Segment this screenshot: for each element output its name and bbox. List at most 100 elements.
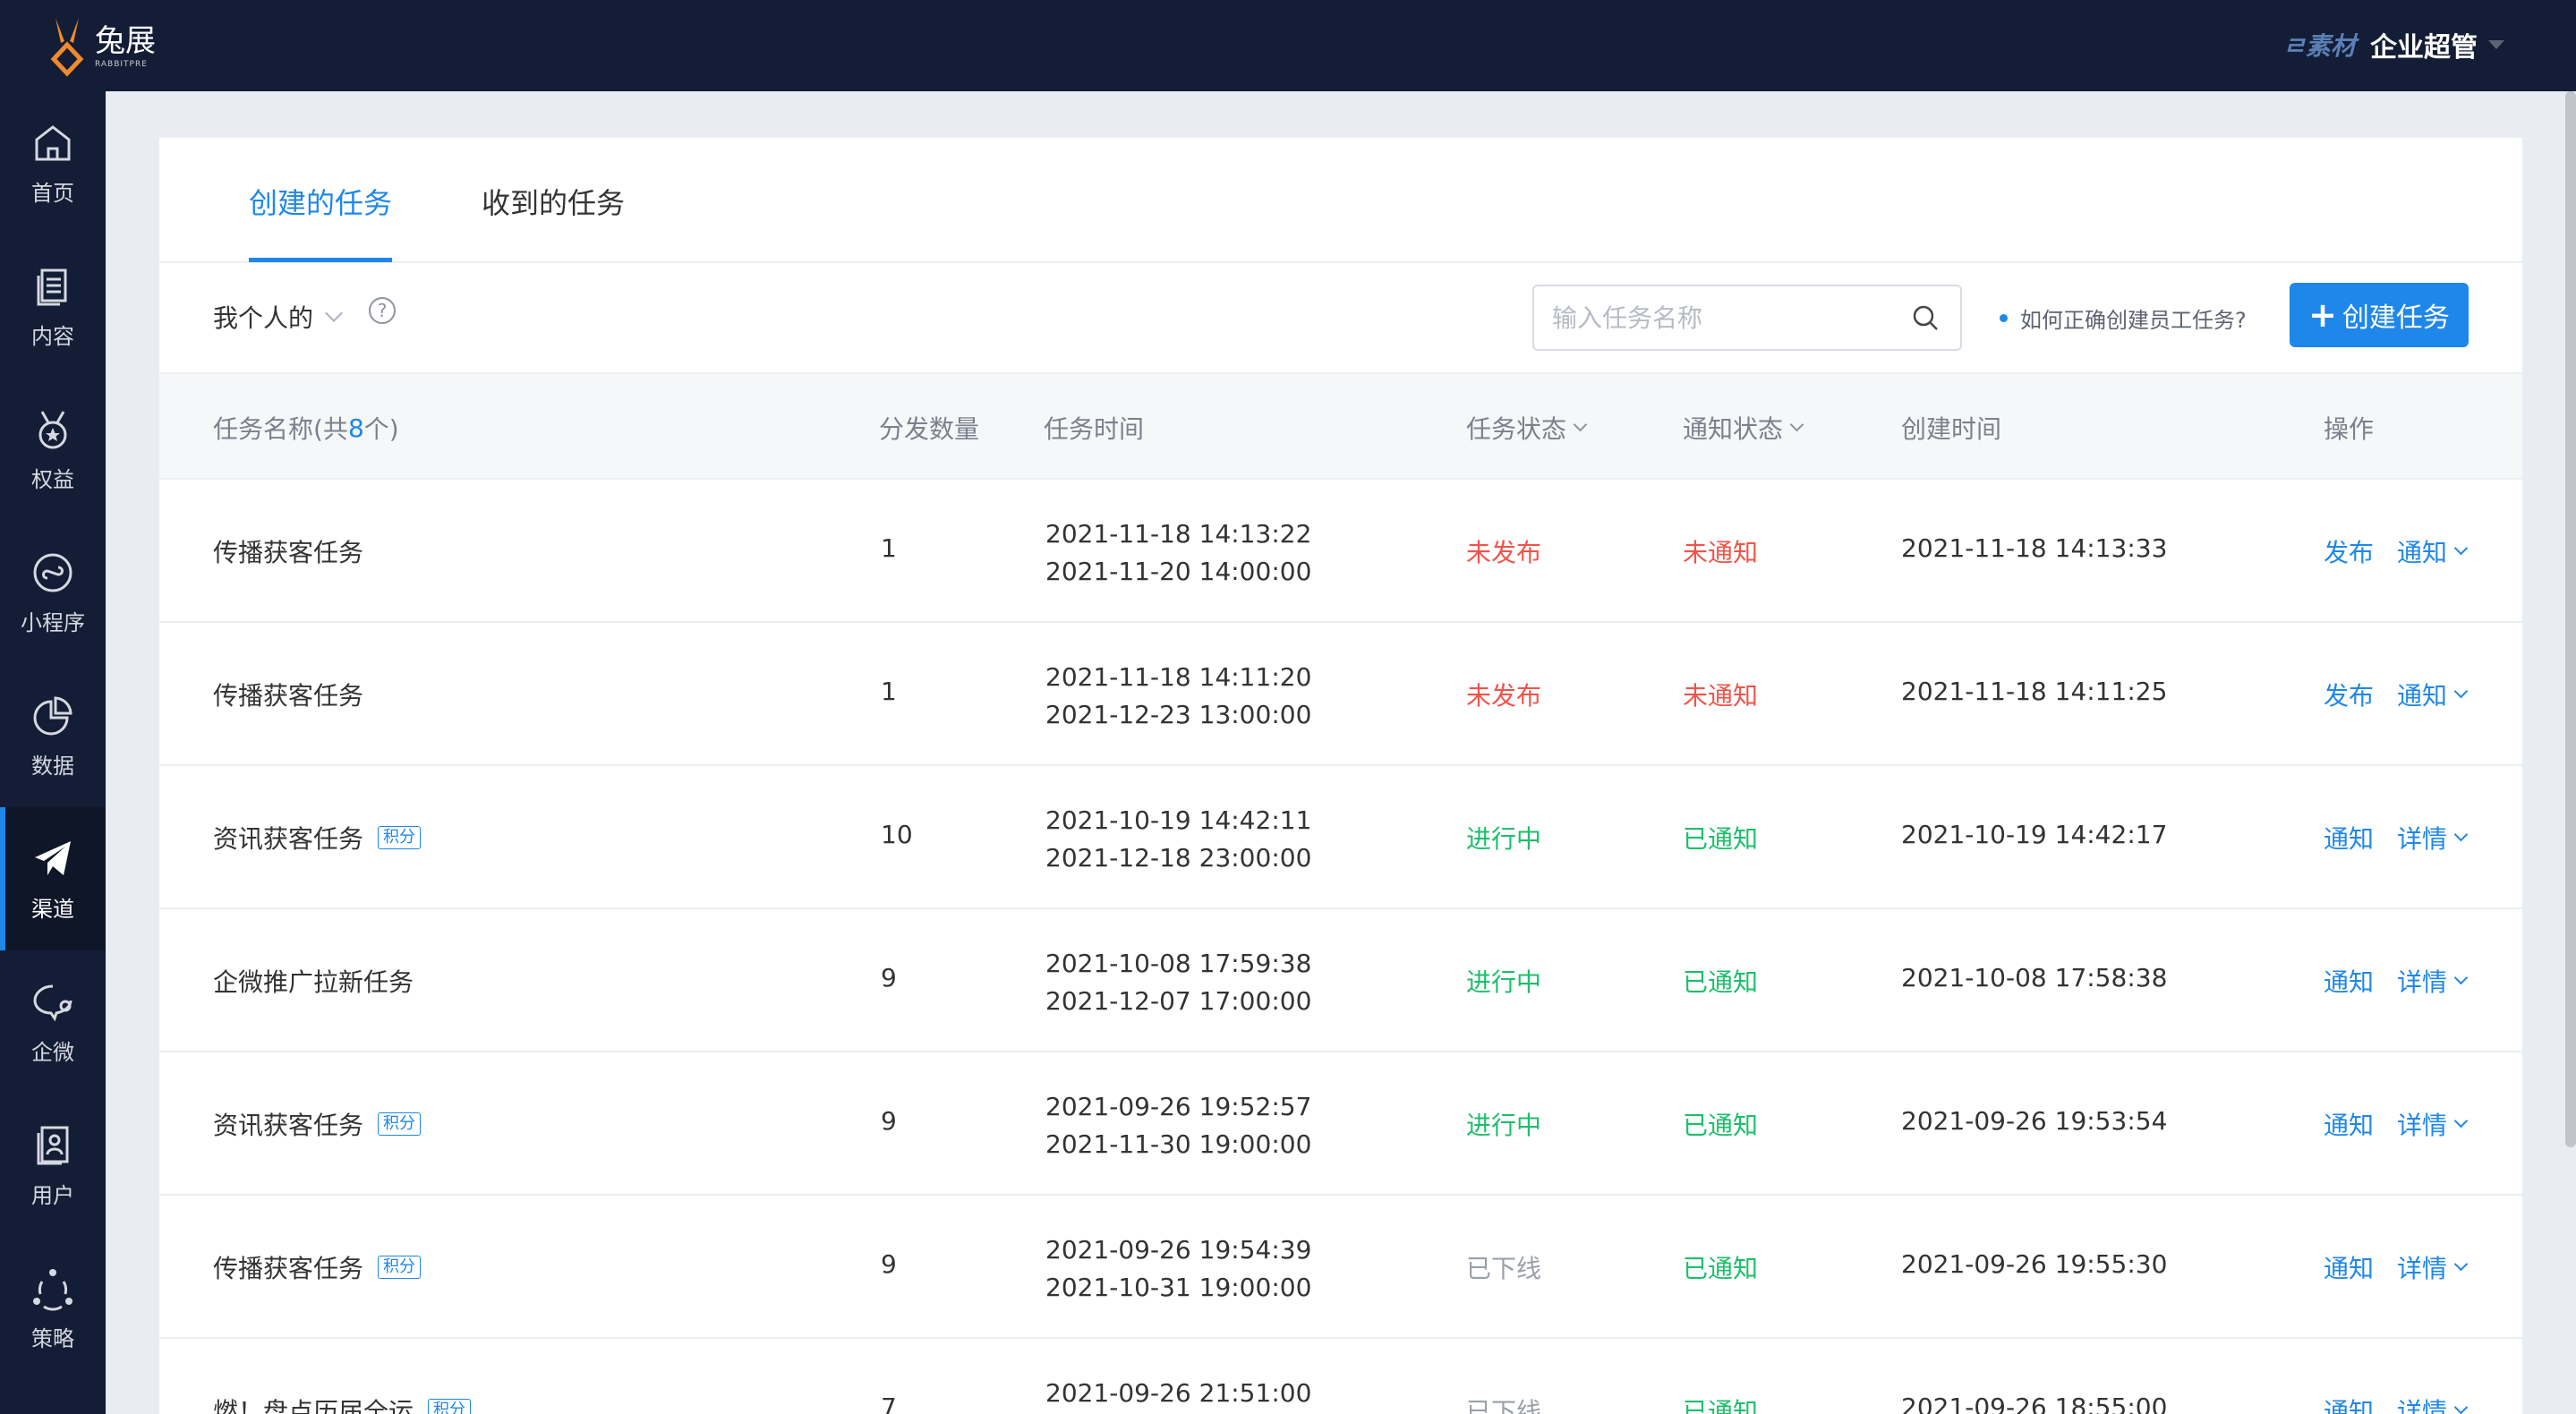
created-time: 2021-09-26 19:53:54 bbox=[1901, 1106, 2168, 1136]
create-task-label: 创建任务 bbox=[2341, 302, 2450, 334]
chevron-down-icon[interactable] bbox=[2453, 827, 2469, 841]
created-time: 2021-10-19 14:42:17 bbox=[1901, 820, 2168, 849]
action-button-secondary[interactable]: 详情 bbox=[2397, 1249, 2447, 1285]
chevron-down-icon[interactable] bbox=[2453, 1400, 2469, 1414]
top-bar: 兔展 RABBITPRE ㄹ素材 企业超管 bbox=[0, 0, 2576, 91]
action-button-primary[interactable]: 通知 bbox=[2324, 1249, 2374, 1285]
chevron-down-icon bbox=[325, 304, 343, 322]
user-menu[interactable]: ㄹ素材 企业超管 bbox=[2282, 25, 2504, 64]
sidebar-item-wecom[interactable]: 企微 bbox=[0, 950, 106, 1094]
chevron-down-icon[interactable] bbox=[2453, 970, 2469, 984]
action-button-primary[interactable]: 通知 bbox=[2324, 1106, 2374, 1142]
brand-subname: RABBITPRE bbox=[95, 60, 148, 69]
action-button-secondary[interactable]: 通知 bbox=[2397, 677, 2447, 712]
strategy-icon bbox=[33, 1268, 73, 1311]
action-button-secondary[interactable]: 通知 bbox=[2397, 533, 2447, 569]
task-time: 2021-10-19 14:42:11 2021-12-18 23:00:00 bbox=[1045, 802, 1311, 877]
user-name[interactable]: 企业超管 bbox=[2370, 25, 2478, 64]
action-button-secondary[interactable]: 详情 bbox=[2397, 963, 2447, 999]
search-box[interactable] bbox=[1532, 285, 1962, 351]
chevron-down-icon[interactable] bbox=[2453, 1256, 2469, 1271]
home-icon bbox=[35, 124, 71, 160]
created-time: 2021-11-18 14:13:33 bbox=[1901, 533, 2168, 563]
distribution-qty: 9 bbox=[881, 1106, 897, 1136]
plus-icon: + bbox=[2308, 295, 2337, 335]
header-time: 任务时间 bbox=[1044, 414, 1145, 444]
distribution-qty: 9 bbox=[881, 963, 897, 992]
action-button-primary[interactable]: 发布 bbox=[2324, 677, 2374, 712]
search-input[interactable] bbox=[1552, 301, 1910, 335]
header-status[interactable]: 任务状态 bbox=[1466, 410, 1588, 446]
created-time: 2021-10-08 17:58:38 bbox=[1901, 963, 2168, 992]
contacts-icon bbox=[37, 1126, 69, 1164]
table-row: 传播获客任务 积分 9 2021-09-26 19:54:39 2021-10-31 1… bbox=[159, 1196, 2522, 1339]
sidebar-item-users[interactable]: 用户 bbox=[0, 1094, 106, 1237]
sidebar-item-content[interactable]: 内容 bbox=[0, 234, 106, 378]
action-button-secondary[interactable]: 详情 bbox=[2397, 1106, 2447, 1142]
page-scrollbar[interactable] bbox=[2565, 91, 2576, 1147]
sidebar-item-miniprogram[interactable]: 小程序 bbox=[0, 521, 106, 664]
task-name-cell: 传播获客任务 bbox=[213, 533, 363, 569]
howto-link[interactable]: 如何正确创建员工任务? bbox=[2000, 302, 2247, 334]
table-row: 燃！盘点历届全运 积分 7 2021-09-26 21:51:00 已下线 已通知 2021… bbox=[159, 1339, 2522, 1414]
sidebar-item-benefits[interactable]: 权益 bbox=[0, 378, 106, 521]
header-task-name-suffix: 个) bbox=[363, 414, 399, 444]
scope-dropdown[interactable]: 我个人的 bbox=[213, 299, 343, 335]
partner-logo: ㄹ素材 bbox=[2282, 31, 2356, 61]
task-start-time: 2021-10-19 14:42:11 bbox=[1045, 805, 1312, 835]
create-task-button[interactable]: + 创建任务 bbox=[2290, 283, 2469, 347]
task-name[interactable]: 传播获客任务 bbox=[213, 533, 363, 569]
help-icon[interactable]: ? bbox=[369, 297, 396, 324]
sidebar-item-channel[interactable]: 渠道 bbox=[0, 807, 106, 950]
header-created: 创建时间 bbox=[1901, 414, 2002, 444]
task-start-time: 2021-11-18 14:11:20 bbox=[1045, 662, 1312, 692]
task-status: 已下线 bbox=[1466, 1397, 1542, 1414]
action-button-secondary[interactable]: 详情 bbox=[2397, 820, 2447, 856]
search-icon[interactable] bbox=[1912, 304, 1939, 331]
table-row: 传播获客任务 1 2021-11-18 14:13:22 2021-11-20 14:… bbox=[159, 480, 2522, 623]
task-name[interactable]: 传播获客任务 bbox=[213, 677, 363, 712]
task-name[interactable]: 资讯获客任务 bbox=[213, 820, 363, 856]
miniprogram-icon bbox=[33, 553, 73, 592]
header-ops: 操作 bbox=[2324, 414, 2375, 444]
action-button-primary[interactable]: 通知 bbox=[2324, 1393, 2374, 1414]
chevron-down-icon[interactable] bbox=[2453, 684, 2469, 698]
task-end-time: 2021-12-23 13:00:00 bbox=[1045, 700, 1312, 729]
chat-icon bbox=[33, 984, 73, 1021]
notice-status: 未通知 bbox=[1683, 681, 1759, 711]
action-button-secondary[interactable]: 详情 bbox=[2397, 1393, 2447, 1414]
distribution-qty: 10 bbox=[881, 820, 913, 849]
header-status-label: 任务状态 bbox=[1466, 414, 1567, 444]
tab-created-tasks[interactable]: 创建的任务 bbox=[249, 181, 392, 222]
distribution-qty: 9 bbox=[881, 1249, 897, 1279]
action-button-primary[interactable]: 发布 bbox=[2324, 533, 2374, 569]
header-notice-label: 通知状态 bbox=[1683, 414, 1784, 444]
task-name[interactable]: 燃！盘点历届全运 bbox=[213, 1393, 414, 1414]
row-actions: 通知 详情 bbox=[2324, 963, 2469, 999]
task-status: 已下线 bbox=[1466, 1254, 1542, 1283]
task-name[interactable]: 企微推广拉新任务 bbox=[213, 963, 414, 999]
chevron-down-icon[interactable] bbox=[2453, 541, 2469, 555]
task-end-time: 2021-10-31 19:00:00 bbox=[1045, 1273, 1312, 1302]
brand-logo[interactable]: 兔展 RABBITPRE bbox=[43, 13, 156, 81]
row-actions: 通知 详情 bbox=[2324, 1249, 2469, 1285]
task-start-time: 2021-10-08 17:59:38 bbox=[1045, 949, 1312, 978]
table-row: 传播获客任务 1 2021-11-18 14:11:20 2021-12-23 13:… bbox=[159, 623, 2522, 766]
sidebar-item-label: 小程序 bbox=[21, 609, 85, 635]
task-name[interactable]: 传播获客任务 bbox=[213, 1249, 363, 1285]
task-start-time: 2021-11-18 14:13:22 bbox=[1045, 519, 1312, 549]
task-name[interactable]: 资讯获客任务 bbox=[213, 1106, 363, 1142]
caret-down-icon[interactable] bbox=[2488, 40, 2504, 49]
task-end-time: 2021-12-07 17:00:00 bbox=[1045, 986, 1312, 1016]
tab-received-tasks[interactable]: 收到的任务 bbox=[482, 181, 625, 222]
task-name-cell: 传播获客任务 积分 bbox=[213, 1249, 422, 1285]
chevron-down-icon[interactable] bbox=[2453, 1113, 2469, 1128]
action-button-primary[interactable]: 通知 bbox=[2324, 963, 2374, 999]
sidebar-item-strategy[interactable]: 策略 bbox=[0, 1237, 106, 1380]
sidebar-item-data[interactable]: 数据 bbox=[0, 664, 106, 807]
sidebar: 首页 内容 权益 小程序 数据 渠道 企微 用户 策略 bbox=[0, 91, 106, 1414]
action-button-primary[interactable]: 通知 bbox=[2324, 820, 2374, 856]
sidebar-item-home[interactable]: 首页 bbox=[0, 91, 106, 234]
header-notice[interactable]: 通知状态 bbox=[1683, 410, 1804, 446]
brand-name: 兔展 bbox=[95, 23, 156, 59]
